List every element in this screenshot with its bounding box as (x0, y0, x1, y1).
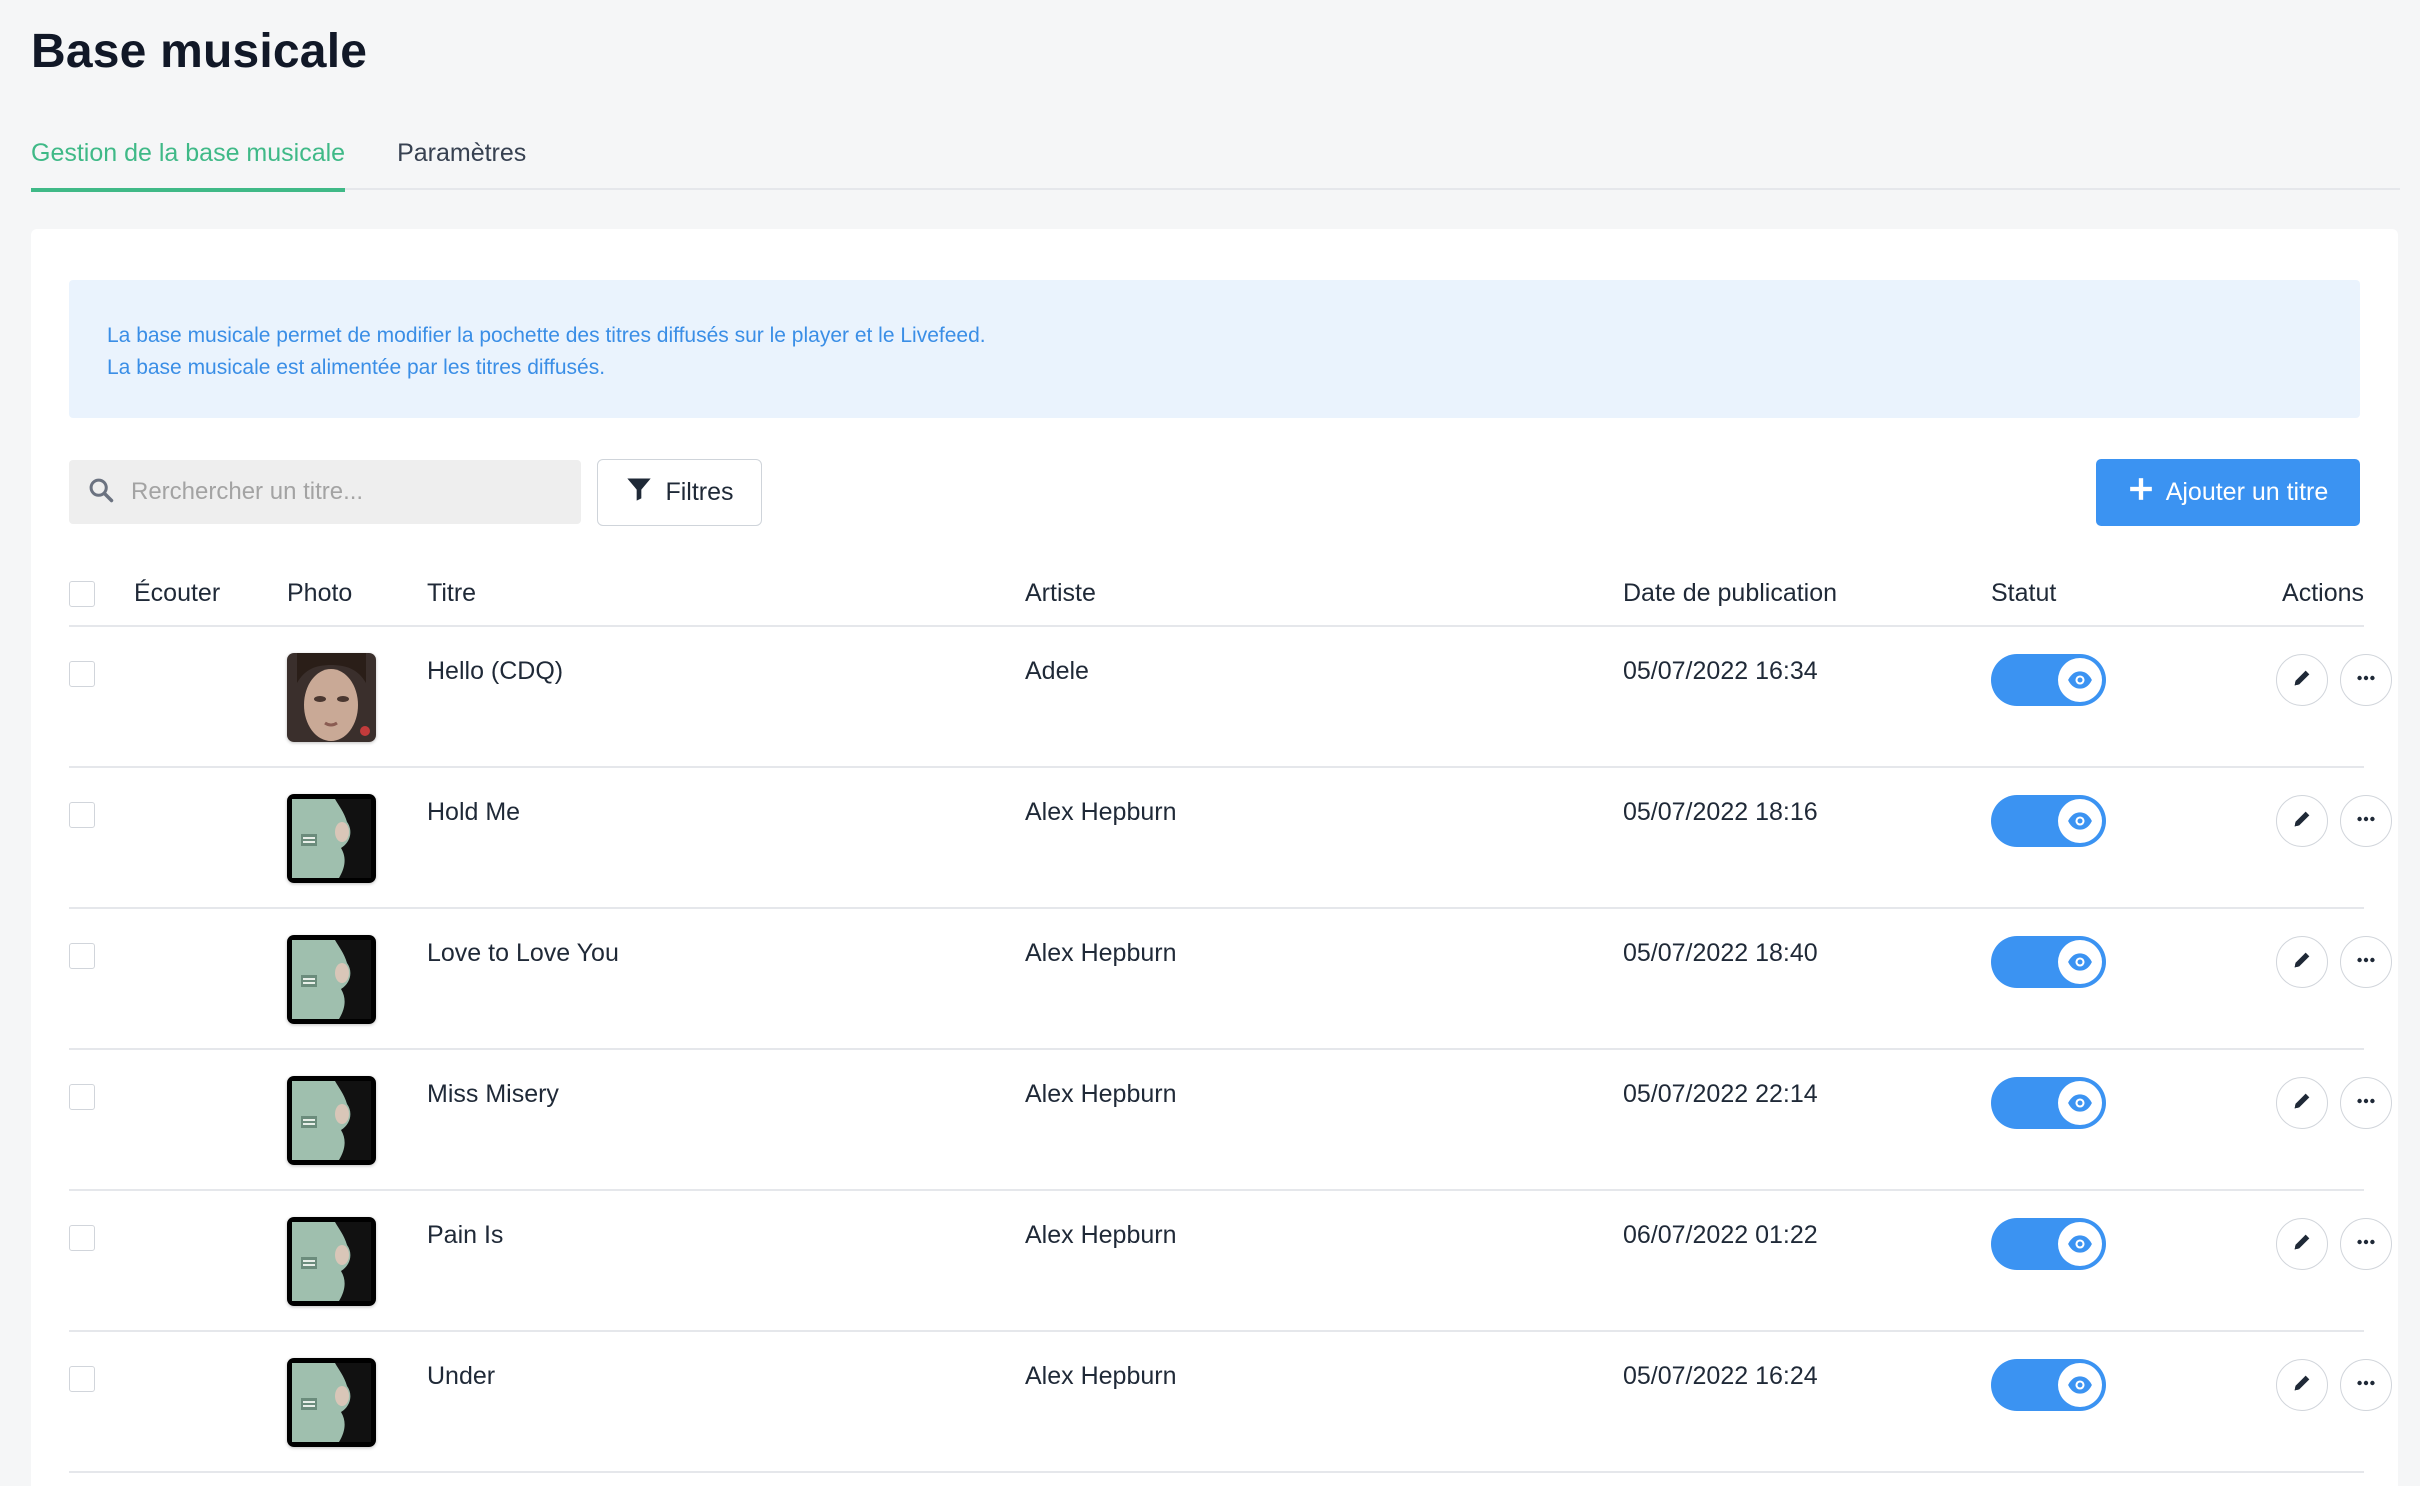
col-title[interactable]: Titre (427, 579, 476, 608)
search-icon (87, 476, 115, 509)
more-icon (2355, 808, 2377, 835)
table-header: Écouter Photo Titre Artiste Date de publ… (69, 559, 2364, 627)
more-icon (2355, 1231, 2377, 1258)
add-title-label: Ajouter un titre (2165, 478, 2329, 506)
row-artist: Alex Hepburn (1025, 1362, 1177, 1390)
table-row: Hello (CDQ) Adele 05/07/2022 16:34 (69, 627, 2392, 768)
eye-icon (2058, 658, 2102, 702)
status-toggle[interactable] (1991, 1218, 2106, 1270)
more-icon (2355, 949, 2377, 976)
album-cover (287, 794, 376, 883)
row-date: 05/07/2022 18:40 (1623, 939, 1818, 967)
more-button[interactable] (2340, 1077, 2392, 1129)
more-button[interactable] (2340, 1359, 2392, 1411)
row-artist: Alex Hepburn (1025, 1221, 1177, 1249)
edit-button[interactable] (2276, 1218, 2328, 1270)
edit-button[interactable] (2276, 1077, 2328, 1129)
row-title: Miss Misery (427, 1080, 559, 1108)
filters-label: Filtres (665, 478, 734, 506)
more-icon (2355, 1372, 2377, 1399)
titles-table: Écouter Photo Titre Artiste Date de publ… (69, 559, 2392, 1473)
table-row: Love to Love You Alex Hepburn 05/07/2022… (69, 909, 2392, 1050)
pencil-icon (2291, 808, 2313, 835)
more-button[interactable] (2340, 795, 2392, 847)
tab-parametres[interactable]: Paramètres (397, 133, 526, 190)
eye-icon (2058, 1081, 2102, 1125)
more-icon (2355, 667, 2377, 694)
row-artist: Alex Hepburn (1025, 798, 1177, 826)
eye-icon (2058, 1222, 2102, 1266)
tab-gestion[interactable]: Gestion de la base musicale (31, 133, 346, 192)
more-button[interactable] (2340, 1218, 2392, 1270)
info-line-2: La base musicale est alimentée par les t… (107, 356, 606, 379)
row-date: 05/07/2022 16:34 (1623, 657, 1818, 685)
info-banner: La base musicale permet de modifier la p… (69, 280, 2360, 418)
content-card: La base musicale permet de modifier la p… (31, 229, 2398, 1486)
eye-icon (2058, 940, 2102, 984)
table-row: Miss Misery Alex Hepburn 05/07/2022 22:1… (69, 1050, 2392, 1191)
pencil-icon (2291, 667, 2313, 694)
album-cover (287, 935, 376, 1024)
more-button[interactable] (2340, 654, 2392, 706)
search-box[interactable] (69, 460, 581, 524)
row-title: Under (427, 1362, 496, 1390)
row-title: Love to Love You (427, 939, 619, 967)
col-actions: Actions (2282, 579, 2364, 607)
eye-icon (2058, 1363, 2102, 1407)
select-all-checkbox[interactable] (69, 581, 95, 607)
row-artist: Alex Hepburn (1025, 1080, 1177, 1108)
search-input[interactable] (131, 478, 551, 506)
eye-icon (2058, 799, 2102, 843)
table-row: Under Alex Hepburn 05/07/2022 16:24 (69, 1332, 2392, 1473)
row-title: Hold Me (427, 798, 521, 826)
status-toggle[interactable] (1991, 795, 2106, 847)
pencil-icon (2291, 949, 2313, 976)
row-date: 05/07/2022 22:14 (1623, 1080, 1818, 1108)
table-row: Pain Is Alex Hepburn 06/07/2022 01:22 (69, 1191, 2392, 1332)
row-checkbox[interactable] (69, 661, 95, 687)
edit-button[interactable] (2276, 1359, 2328, 1411)
filters-button[interactable]: Filtres (597, 459, 762, 526)
row-artist: Adele (1025, 657, 1089, 685)
status-toggle[interactable] (1991, 1359, 2106, 1411)
row-title: Hello (CDQ) (427, 657, 564, 685)
col-artist[interactable]: Artiste (1025, 579, 1096, 608)
status-toggle[interactable] (1991, 654, 2106, 706)
col-photo: Photo (287, 579, 353, 607)
add-title-button[interactable]: Ajouter un titre (2096, 459, 2360, 526)
edit-button[interactable] (2276, 654, 2328, 706)
row-date: 05/07/2022 18:16 (1623, 798, 1818, 826)
edit-button[interactable] (2276, 795, 2328, 847)
row-checkbox[interactable] (69, 1084, 95, 1110)
row-date: 06/07/2022 01:22 (1623, 1221, 1818, 1249)
row-checkbox[interactable] (69, 943, 95, 969)
album-cover (287, 1217, 376, 1306)
row-artist: Alex Hepburn (1025, 939, 1177, 967)
pencil-icon (2291, 1090, 2313, 1117)
col-listen: Écouter (134, 579, 221, 607)
page-title: Base musicale (31, 25, 368, 78)
status-toggle[interactable] (1991, 1077, 2106, 1129)
row-checkbox[interactable] (69, 1366, 95, 1392)
row-title: Pain Is (427, 1221, 504, 1249)
edit-button[interactable] (2276, 936, 2328, 988)
row-checkbox[interactable] (69, 802, 95, 828)
tab-bar: Gestion de la base musicale Paramètres (31, 133, 2400, 192)
plus-icon (2128, 476, 2154, 509)
col-date[interactable]: Date de publication (1623, 579, 1837, 608)
more-icon (2355, 1090, 2377, 1117)
filter-icon (625, 475, 653, 510)
pencil-icon (2291, 1231, 2313, 1258)
table-row: Hold Me Alex Hepburn 05/07/2022 18:16 (69, 768, 2392, 909)
album-cover (287, 1358, 376, 1447)
more-button[interactable] (2340, 936, 2392, 988)
status-toggle[interactable] (1991, 936, 2106, 988)
info-line-1: La base musicale permet de modifier la p… (107, 324, 986, 347)
row-date: 05/07/2022 16:24 (1623, 1362, 1818, 1390)
album-cover (287, 653, 376, 742)
pencil-icon (2291, 1372, 2313, 1399)
album-cover (287, 1076, 376, 1165)
col-status: Statut (1991, 579, 2057, 607)
row-checkbox[interactable] (69, 1225, 95, 1251)
